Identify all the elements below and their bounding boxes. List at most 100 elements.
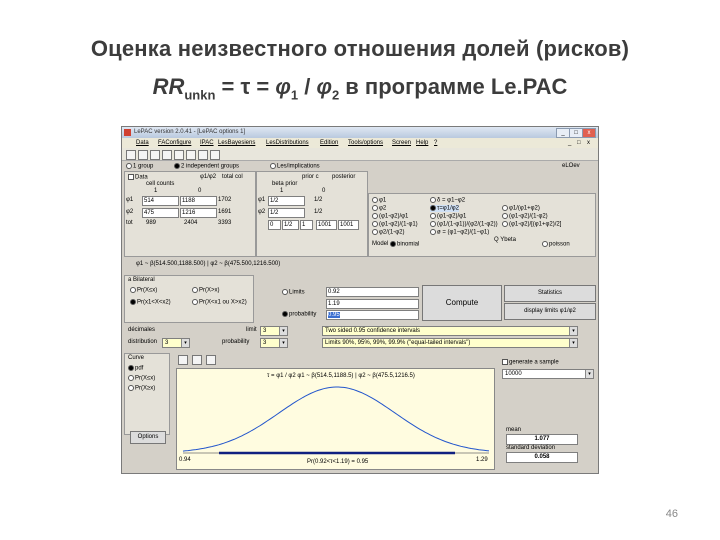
limit2-input[interactable]: 1.19 xyxy=(326,299,419,309)
interval-opt-3[interactable]: Pr(X<x1 ou X>x2) xyxy=(192,299,247,306)
curve-opt-sf[interactable]: Pr(X≥x) xyxy=(128,385,155,392)
minimize-button[interactable]: _ xyxy=(556,128,570,138)
param-right-1[interactable]: (φ1-φ2)/(1-φ2) xyxy=(502,213,548,220)
interval-opt-1-label: Pr(X>x) xyxy=(199,287,220,294)
curve-opt-cdf-label: Pr(X≤x) xyxy=(135,375,156,382)
menu-data[interactable]: Data xyxy=(136,140,149,146)
count-header-1: 1 xyxy=(154,188,158,194)
probability-input[interactable]: 0.95 xyxy=(326,310,419,320)
density-plot: τ = φ1 / φ2 φ1 ~ β(514.5,1188.5) | φ2 ~ … xyxy=(176,368,495,470)
radio-icon xyxy=(372,221,378,227)
settings-icon[interactable] xyxy=(210,150,220,160)
interval-type-select[interactable]: Two sided 0.95 confidence intervals ▾ xyxy=(322,326,578,336)
cell-phi2-success[interactable]: 475 xyxy=(142,208,179,218)
param-left-2[interactable]: (φ1-φ2)/φ1 xyxy=(372,213,408,220)
display-limits-button[interactable]: display limits φ1/φ2 xyxy=(504,303,596,320)
plot-print-icon[interactable] xyxy=(206,355,216,365)
curve-opt-sf-label: Pr(X≥x) xyxy=(135,385,156,392)
distribution-select[interactable]: 3 ▾ xyxy=(162,338,190,348)
param-right-0[interactable]: φ1/(φ1+φ2) xyxy=(502,205,540,212)
radio-selected-icon xyxy=(128,365,134,371)
design-option-2[interactable]: 2 independent groups xyxy=(174,163,239,170)
param-mid-3[interactable]: (φ1/(1-φ1))/(φ2/(1-φ2)) xyxy=(430,221,498,228)
menu-edition[interactable]: Edition xyxy=(320,140,338,146)
cell-phi1-failure[interactable]: 1188 xyxy=(180,196,217,206)
help-icon[interactable] xyxy=(198,150,208,160)
probability-select[interactable]: 3 ▾ xyxy=(260,338,288,348)
sub-restore-button[interactable]: □ xyxy=(577,140,581,146)
cell-phi2-total: 1691 xyxy=(218,209,232,215)
param-mid-4[interactable]: ø = (φ1−φ2)/(1−φ1) xyxy=(430,229,489,236)
compute-button[interactable]: Compute xyxy=(422,285,502,321)
design-option-3[interactable]: Les/implications xyxy=(270,163,320,170)
param-mid-1[interactable]: τ=φ1/φ2 xyxy=(430,205,459,212)
menu-help[interactable]: Help xyxy=(416,140,428,146)
menu-faconfigure[interactable]: FAConfigure xyxy=(158,140,191,146)
probability-select-value: 3 xyxy=(263,340,267,346)
interval-opt-0[interactable]: Pr(X≤x) xyxy=(130,287,157,294)
curve-group-label: Curve xyxy=(128,355,145,361)
data-checkbox[interactable]: Data xyxy=(128,174,148,181)
plot-copy-icon[interactable] xyxy=(178,355,188,365)
menu-lesdistributions[interactable]: LesDistributions xyxy=(266,140,309,146)
curve-opt-pdf[interactable]: pdf xyxy=(128,365,143,372)
window-titlebar[interactable]: LePAC version 2.0.41 - [LePAC options 1]… xyxy=(122,127,598,138)
limit1-input[interactable]: 0.92 xyxy=(326,287,419,297)
design-option-1[interactable]: 1 group xyxy=(126,163,153,170)
chevron-down-icon: ▾ xyxy=(181,339,189,347)
probability-option[interactable]: probability xyxy=(282,311,316,318)
curve-opt-pdf-label: pdf xyxy=(135,365,144,372)
maximize-button[interactable]: □ xyxy=(569,128,583,138)
menu-screen[interactable]: Screen xyxy=(392,140,411,146)
prior-row3-c[interactable]: 1 xyxy=(300,220,313,230)
print-icon[interactable] xyxy=(150,150,160,160)
cell-phi1-success[interactable]: 514 xyxy=(142,196,179,206)
close-button[interactable]: x xyxy=(582,128,596,138)
model-binomial[interactable]: binomial xyxy=(390,241,419,248)
param-mid-2[interactable]: (φ1-φ2)/φ1 xyxy=(430,213,466,220)
generate-sample-checkbox[interactable]: generate a sample xyxy=(502,359,559,366)
prior-row3-e[interactable]: 1001 xyxy=(338,220,359,230)
param-mid-0[interactable]: δ = φ1−φ2 xyxy=(430,197,465,204)
radio-selected-icon xyxy=(390,241,396,247)
sub-minimize-button[interactable]: _ xyxy=(568,140,571,146)
formula-phi2: φ xyxy=(316,74,332,99)
param-left-1[interactable]: φ2 xyxy=(372,205,386,212)
limits-option[interactable]: Limits xyxy=(282,289,305,296)
prior-phi1-a[interactable]: 1/2 xyxy=(268,196,305,206)
undo-icon[interactable] xyxy=(186,150,196,160)
model-poisson[interactable]: poisson xyxy=(542,241,570,248)
prior-row3-a[interactable]: 0 xyxy=(268,220,281,230)
interval-opt-3-label: Pr(X<x1 ou X>x2) xyxy=(199,299,247,306)
menu-ipac[interactable]: IPAC xyxy=(200,140,214,146)
open-icon[interactable] xyxy=(126,150,136,160)
menu-lesbayesiens[interactable]: LesBayesiens xyxy=(218,140,255,146)
menu-question[interactable]: ? xyxy=(434,140,437,146)
statistics-button[interactable]: Statistics xyxy=(504,285,596,302)
menu-tools[interactable]: Tools/options xyxy=(348,140,383,146)
param-left-4-label: φ2/(1-φ2) xyxy=(379,229,405,236)
prior-phi2-a[interactable]: 1/2 xyxy=(268,208,305,218)
curve-opt-cdf[interactable]: Pr(X≤x) xyxy=(128,375,155,382)
limit-select[interactable]: 3 ▾ xyxy=(260,326,288,336)
paste-icon[interactable] xyxy=(174,150,184,160)
prior-row3-d[interactable]: 1001 xyxy=(316,220,337,230)
prior-row3-b[interactable]: 1/2 xyxy=(282,220,299,230)
interval-opt-2[interactable]: Pr(x1<X<x2) xyxy=(130,299,171,306)
copy-icon[interactable] xyxy=(162,150,172,160)
save-icon[interactable] xyxy=(138,150,148,160)
col2-header: total col xyxy=(222,174,243,180)
param-right-2[interactable]: (φ1-φ2)/[(φ1+φ2)/2] xyxy=(502,221,561,228)
param-left-0[interactable]: φ1 xyxy=(372,197,386,204)
param-left-4[interactable]: φ2/(1-φ2) xyxy=(372,229,404,236)
param-left-3[interactable]: (φ1-φ2)/(1-φ1) xyxy=(372,221,418,228)
interval-opt-1[interactable]: Pr(X>x) xyxy=(192,287,220,294)
prior-phi2-b: 1/2 xyxy=(314,209,323,215)
cell-phi2-failure[interactable]: 1216 xyxy=(180,208,217,218)
sample-size-select[interactable]: 10000 ▾ xyxy=(502,369,594,379)
sub-close-button[interactable]: x xyxy=(587,140,590,146)
limits-type-select[interactable]: Limits 90%, 95%, 99%, 99.9% ("equal-tail… xyxy=(322,338,578,348)
options-button[interactable]: Options xyxy=(130,431,166,444)
plot-save-icon[interactable] xyxy=(192,355,202,365)
decimales-label: décimales xyxy=(128,327,156,333)
